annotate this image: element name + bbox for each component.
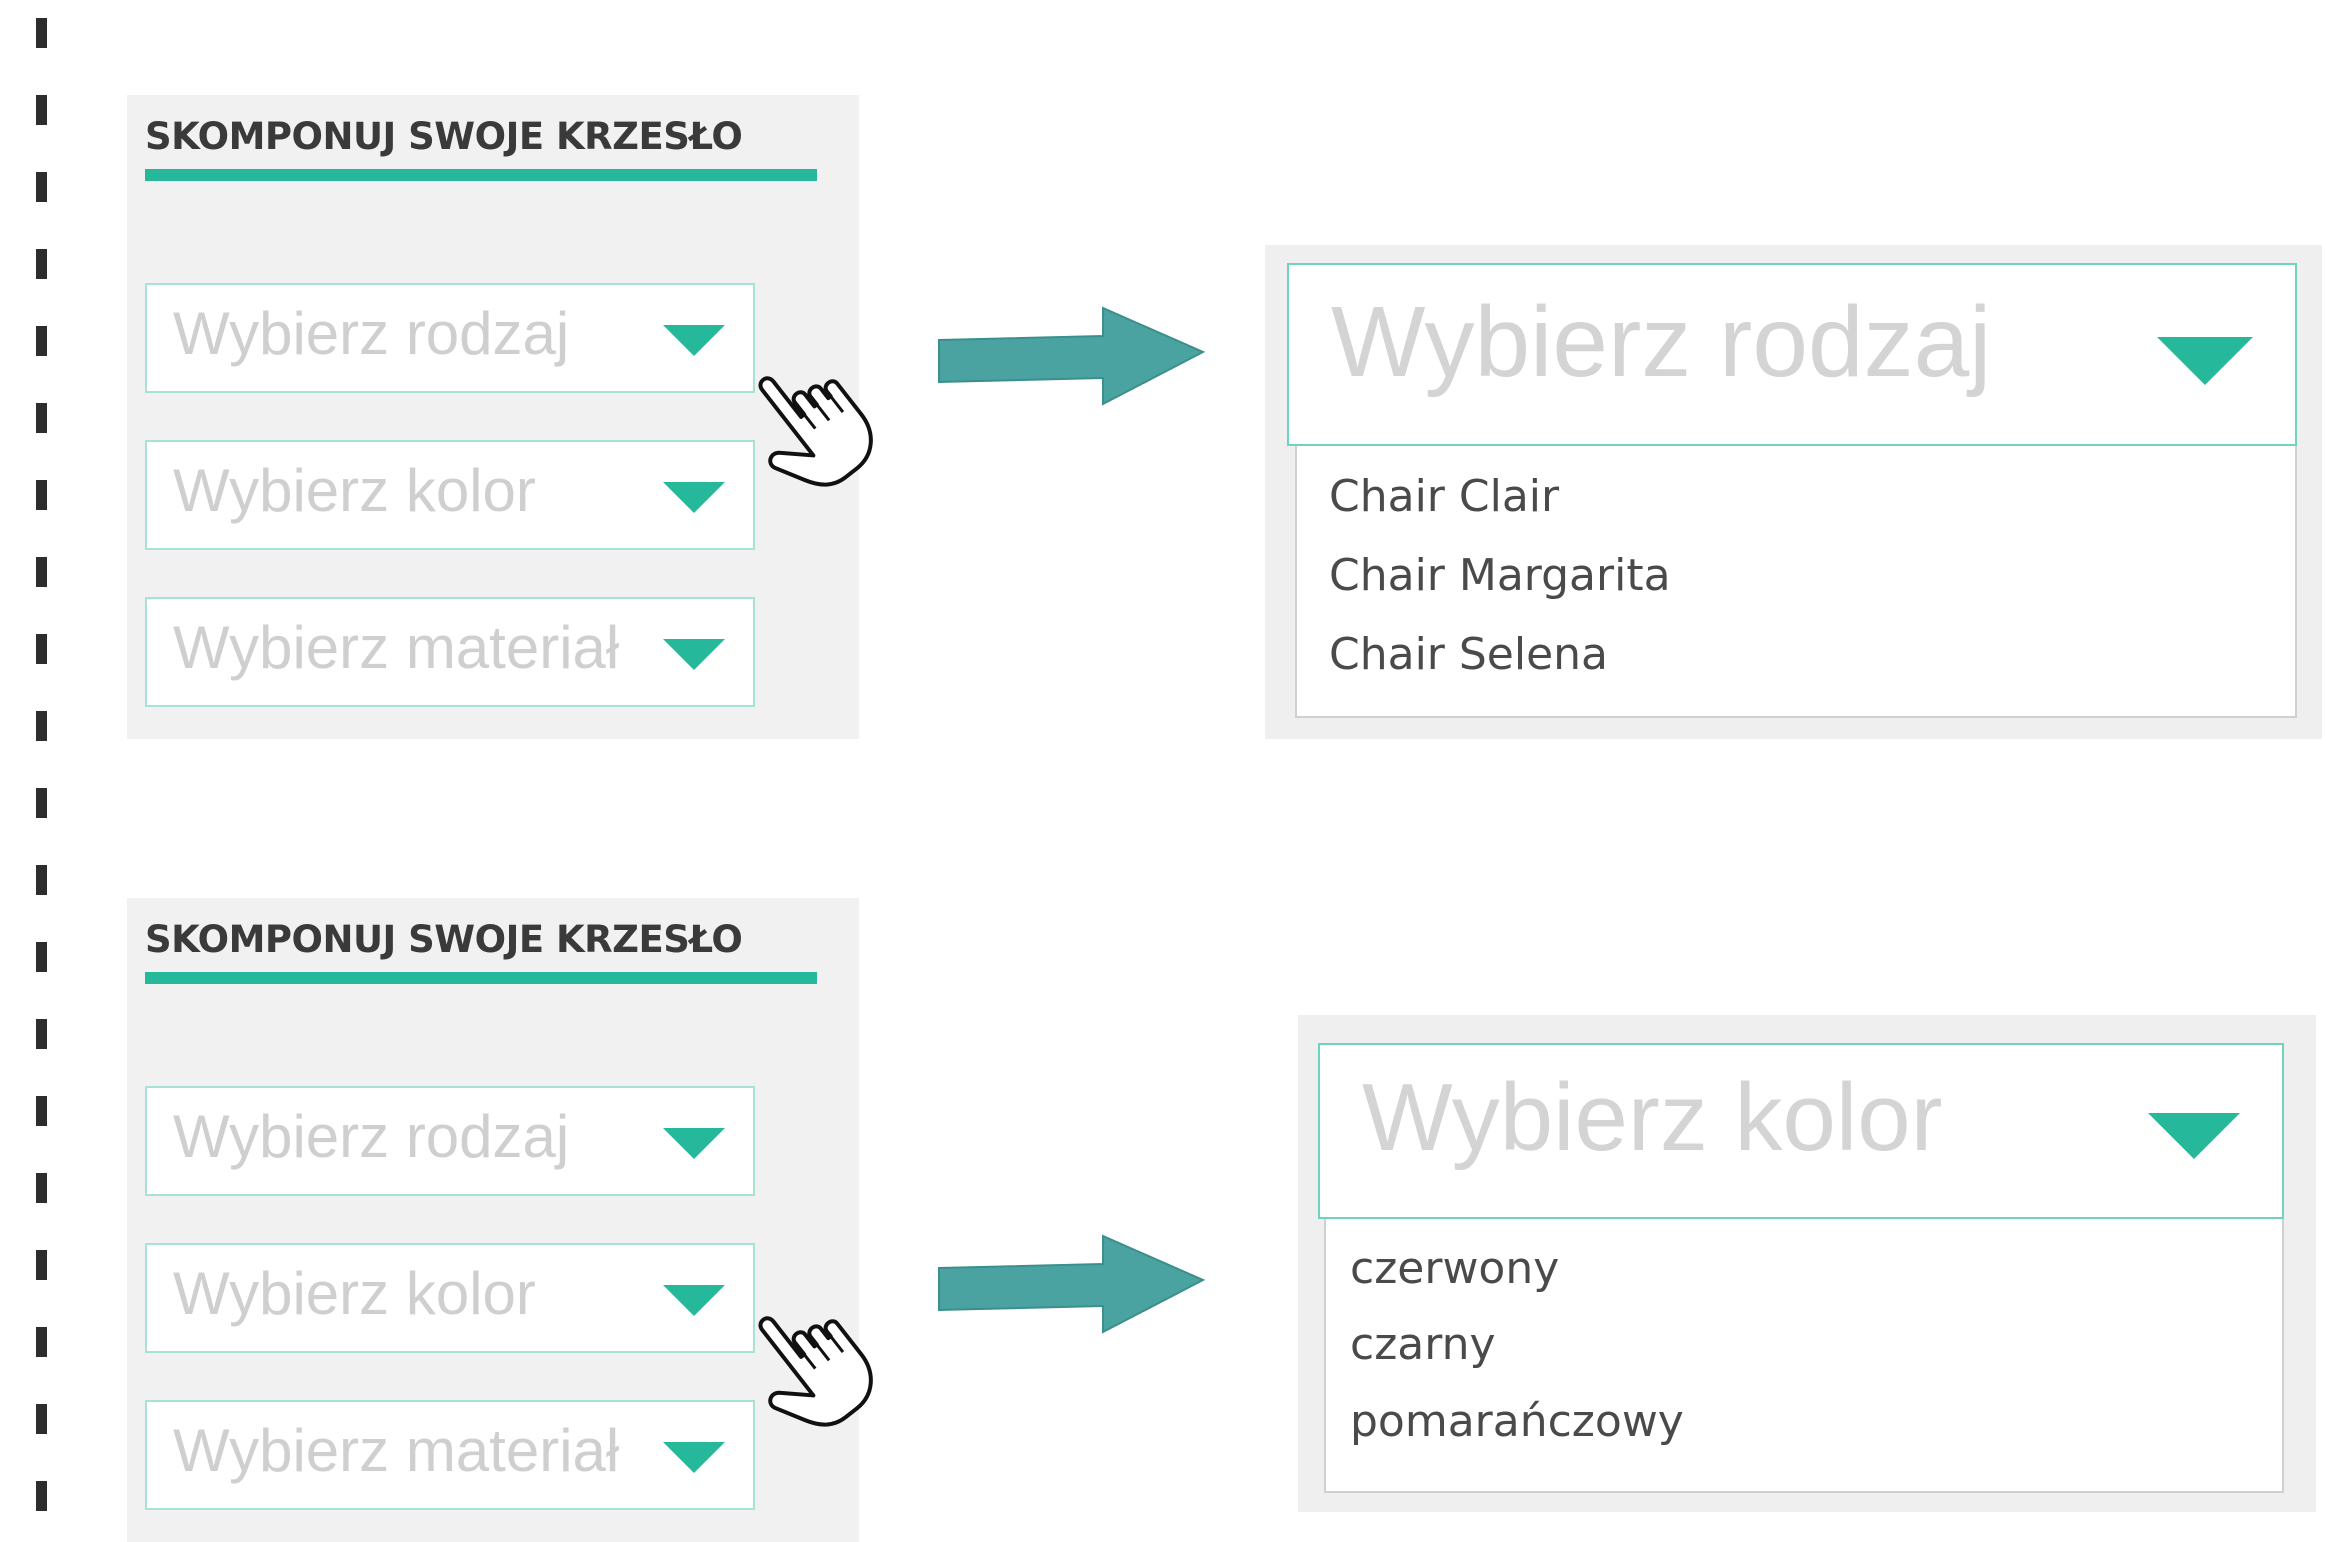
color-dropdown-expanded: Wybierz kolor czerwony czarny pomarańczo… bbox=[1298, 1015, 2316, 1512]
color-options-list: czerwony czarny pomarańczowy bbox=[1324, 1219, 2284, 1493]
color-select-placeholder: Wybierz kolor bbox=[173, 1260, 536, 1327]
type-select[interactable]: Wybierz rodzaj bbox=[145, 1086, 755, 1196]
color-select-placeholder: Wybierz kolor bbox=[173, 457, 536, 524]
option-pomaranczowy[interactable]: pomarańczowy bbox=[1350, 1396, 1684, 1447]
title-underline bbox=[145, 972, 817, 984]
dashed-separator bbox=[36, 18, 47, 1518]
color-dropdown-placeholder: Wybierz kolor bbox=[1362, 1064, 1943, 1171]
caret-down-icon bbox=[663, 1285, 725, 1316]
material-select-placeholder: Wybierz materiał bbox=[173, 1417, 620, 1484]
type-select-placeholder: Wybierz rodzaj bbox=[173, 300, 570, 367]
color-select[interactable]: Wybierz kolor bbox=[145, 1243, 755, 1353]
option-chair-clair[interactable]: Chair Clair bbox=[1329, 471, 1559, 522]
panel-title: SKOMPONUJ SWOJE KRZESŁO bbox=[145, 918, 743, 961]
option-czerwony[interactable]: czerwony bbox=[1350, 1243, 1559, 1294]
material-select[interactable]: Wybierz materiał bbox=[145, 1400, 755, 1510]
type-select[interactable]: Wybierz rodzaj bbox=[145, 283, 755, 393]
hand-pointer-icon bbox=[758, 376, 873, 487]
caret-down-icon bbox=[663, 482, 725, 513]
caret-down-icon bbox=[2148, 1113, 2240, 1159]
type-select-placeholder: Wybierz rodzaj bbox=[173, 1103, 570, 1170]
configurator-panel-bottom: SKOMPONUJ SWOJE KRZESŁO Wybierz rodzaj W… bbox=[127, 898, 859, 1542]
option-chair-margarita[interactable]: Chair Margarita bbox=[1329, 550, 1671, 601]
color-dropdown-header[interactable]: Wybierz kolor bbox=[1318, 1043, 2284, 1219]
caret-down-icon bbox=[663, 1128, 725, 1159]
color-select[interactable]: Wybierz kolor bbox=[145, 440, 755, 550]
caret-down-icon bbox=[663, 1442, 725, 1473]
hand-pointer-icon bbox=[758, 1316, 873, 1427]
option-czarny[interactable]: czarny bbox=[1350, 1319, 1496, 1370]
option-chair-selena[interactable]: Chair Selena bbox=[1329, 629, 1608, 680]
material-select-placeholder: Wybierz materiał bbox=[173, 614, 620, 681]
caret-down-icon bbox=[663, 639, 725, 670]
caret-down-icon bbox=[663, 325, 725, 356]
type-dropdown-header[interactable]: Wybierz rodzaj bbox=[1287, 263, 2297, 446]
panel-title: SKOMPONUJ SWOJE KRZESŁO bbox=[145, 115, 743, 158]
type-dropdown-placeholder: Wybierz rodzaj bbox=[1331, 286, 1992, 398]
title-underline bbox=[145, 169, 817, 181]
caret-down-icon bbox=[2157, 337, 2253, 385]
material-select[interactable]: Wybierz materiał bbox=[145, 597, 755, 707]
type-options-list: Chair Clair Chair Margarita Chair Selena bbox=[1295, 446, 2297, 718]
arrow-right-icon bbox=[938, 1234, 1206, 1334]
type-dropdown-expanded: Wybierz rodzaj Chair Clair Chair Margari… bbox=[1265, 245, 2322, 739]
arrow-right-icon bbox=[938, 306, 1206, 406]
